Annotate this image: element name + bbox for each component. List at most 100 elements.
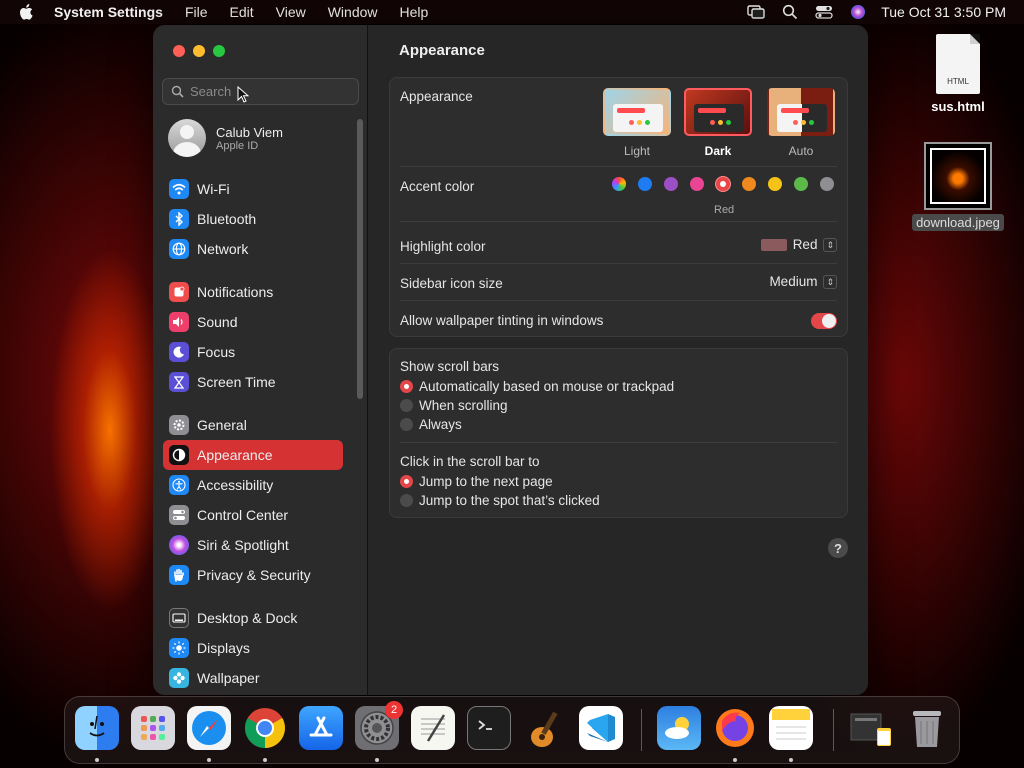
sidebar-item-wifi[interactable]: Wi-Fi [163,174,343,204]
highlight-color-label: Highlight color [400,239,486,254]
sidebar-item-label: Accessibility [197,477,274,493]
sidebar-item-general[interactable]: General [163,410,343,440]
radio-button[interactable] [400,418,413,431]
menu-bar: System Settings File Edit View Window He… [0,0,1024,24]
control-center-icon[interactable] [807,5,841,19]
finder-icon[interactable] [75,706,119,750]
sidebar-item-focus[interactable]: Focus [163,337,343,367]
bell-icon [169,282,189,302]
accent-orange-swatch[interactable] [742,177,756,191]
sidebar-item-desktop-dock[interactable]: Desktop & Dock [163,603,343,633]
weather-icon[interactable] [657,706,701,750]
sidebar-item-screen-time[interactable]: Screen Time [163,367,343,397]
sidebar-item-displays[interactable]: Displays [163,633,343,663]
trash-icon[interactable] [905,706,949,750]
close-window-button[interactable] [173,45,185,57]
accent-red-swatch[interactable] [716,177,730,191]
sidebar-item-label: Wallpaper [197,670,260,686]
radio-jump-to-spot[interactable]: Jump to the spot that’s clicked [400,493,600,508]
menu-window[interactable]: Window [317,4,389,20]
divider [400,300,837,301]
menu-file[interactable]: File [174,4,219,20]
highlight-color-swatch [760,238,787,251]
downloads-stack-icon[interactable] [849,706,893,750]
accent-multicolor-swatch[interactable] [612,177,626,191]
accent-yellow-swatch[interactable] [768,177,782,191]
search-field[interactable] [162,78,359,105]
siri-icon[interactable] [841,4,875,20]
sidebar-item-privacy-security[interactable]: Privacy & Security [163,560,343,590]
theme-option-light[interactable]: Light [602,88,672,158]
sidebar-icon-size-value: Medium [769,274,818,289]
search-input[interactable] [190,84,350,99]
divider [400,442,837,443]
theme-option-dark[interactable]: Dark [683,88,753,158]
radio-jump-next-page[interactable]: Jump to the next page [400,474,553,489]
sidebar-item-label: Focus [197,344,236,360]
appearance-settings-card: Appearance Light Dark Auto Accent color … [389,77,848,337]
theme-option-auto[interactable]: Auto [766,88,836,158]
running-indicator [263,758,267,762]
moon-icon [169,342,189,362]
sidebar-icon-size-popup[interactable]: Medium ⇕ [769,274,837,289]
accent-graphite-swatch[interactable] [820,177,834,191]
sidebar-item-network[interactable]: Network [163,234,343,264]
radio-label: Automatically based on mouse or trackpad [419,379,675,394]
accent-green-swatch[interactable] [794,177,808,191]
safari-icon[interactable] [187,706,231,750]
sidebar-group-desktop: Desktop & Dock Displays Wallpaper [163,603,343,693]
apple-menu-icon[interactable] [0,4,52,20]
menu-app-name[interactable]: System Settings [52,4,174,20]
chrome-icon[interactable] [243,706,287,750]
spotlight-search-icon[interactable] [773,4,807,20]
sidebar-item-bluetooth[interactable]: Bluetooth [163,204,343,234]
sidebar-group-notifications: Notifications Sound Focus Screen Time [163,277,343,397]
menu-help[interactable]: Help [389,4,440,20]
scroll-bar-settings-card: Show scroll bars Automatically based on … [389,348,848,518]
launchpad-icon[interactable] [131,706,175,750]
sidebar-scrollbar[interactable] [357,119,363,399]
accent-purple-swatch[interactable] [664,177,678,191]
textedit-icon[interactable] [411,706,455,750]
firefox-icon[interactable] [713,706,757,750]
notes-icon[interactable] [769,706,813,750]
updown-chevron-icon: ⇕ [823,274,837,289]
sidebar-item-label: Sound [197,314,238,330]
desktop-file-html[interactable]: HTML sus.html [922,34,994,115]
accent-blue-swatch[interactable] [638,177,652,191]
radio-button[interactable] [400,399,413,412]
sidebar-item-appearance[interactable]: Appearance [163,440,343,470]
help-button[interactable]: ? [828,538,848,558]
terminal-icon[interactable] [467,706,511,750]
radio-button[interactable] [400,475,413,488]
radio-scroll-automatic[interactable]: Automatically based on mouse or trackpad [400,379,674,394]
radio-scroll-when-scrolling[interactable]: When scrolling [400,398,508,413]
running-indicator [95,758,99,762]
garageband-icon[interactable] [523,706,567,750]
radio-button[interactable] [400,380,413,393]
sidebar-item-sound[interactable]: Sound [163,307,343,337]
desktop-file-jpeg[interactable]: download.jpeg [910,142,1006,231]
running-indicator [207,758,211,762]
sidebar-item-accessibility[interactable]: Accessibility [163,470,343,500]
sidebar-item-notifications[interactable]: Notifications [163,277,343,307]
apple-id-account[interactable]: Calub Viem Apple ID [168,119,283,157]
sidebar-item-control-center[interactable]: Control Center [163,500,343,530]
zoom-window-button[interactable] [213,45,225,57]
menu-view[interactable]: View [265,4,317,20]
radio-scroll-always[interactable]: Always [400,417,462,432]
highlight-color-popup[interactable]: Red ⇕ [760,237,837,252]
accent-pink-swatch[interactable] [690,177,704,191]
app-store-icon[interactable] [299,706,343,750]
sidebar-item-label: Notifications [197,284,274,300]
menu-clock[interactable]: Tue Oct 31 3:50 PM [875,4,1006,20]
radio-button[interactable] [400,494,413,507]
vscode-icon[interactable] [579,706,623,750]
minimize-window-button[interactable] [193,45,205,57]
menu-edit[interactable]: Edit [219,4,265,20]
sidebar-item-wallpaper[interactable]: Wallpaper [163,663,343,693]
wallpaper-tinting-toggle[interactable] [811,313,837,329]
accent-color-swatches [612,177,834,191]
screen-mirroring-icon[interactable] [739,5,773,19]
sidebar-item-siri-spotlight[interactable]: Siri & Spotlight [163,530,343,560]
